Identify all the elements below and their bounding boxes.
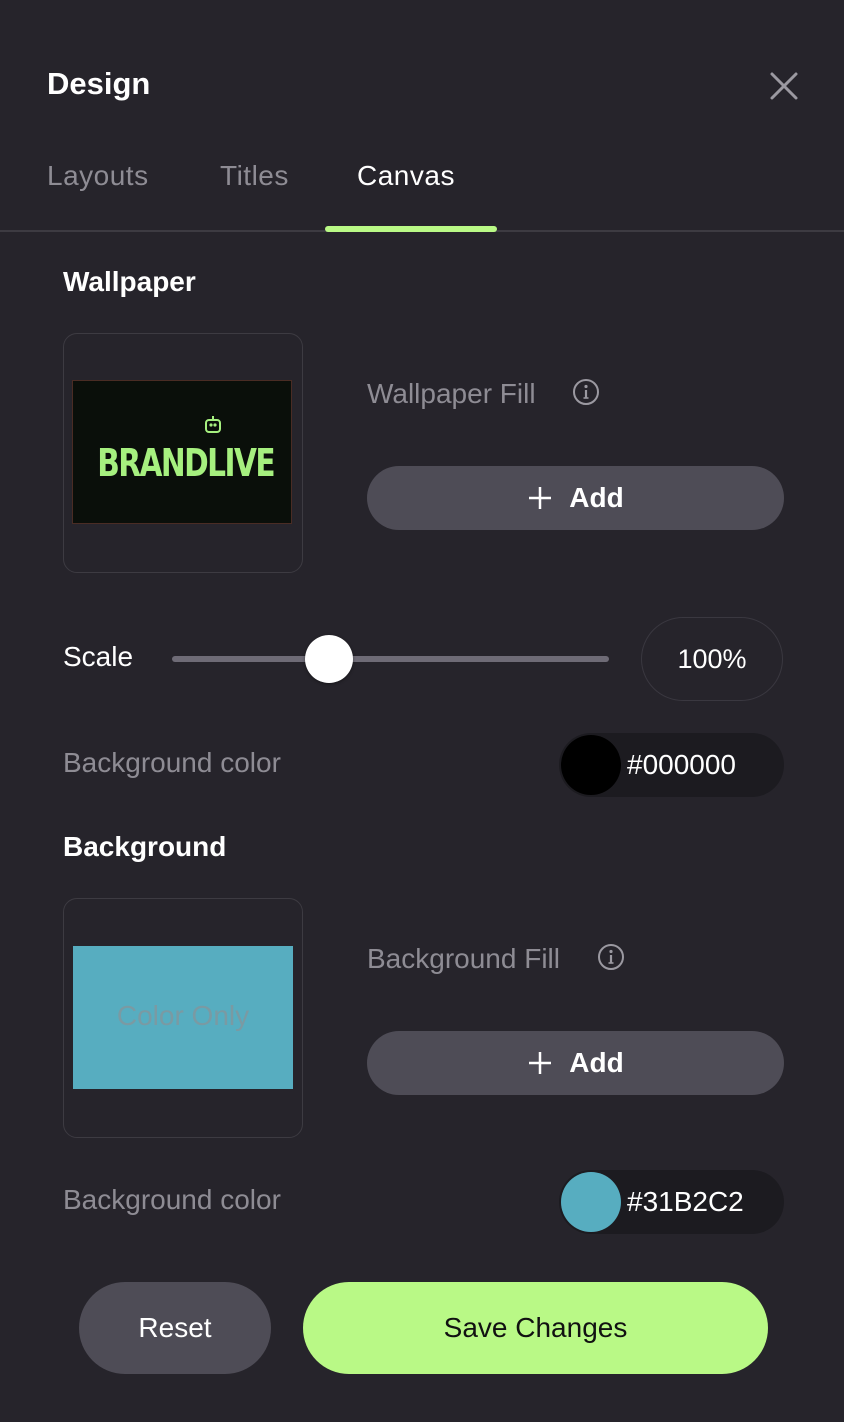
- tab-bar: Layouts Titles Canvas: [0, 140, 844, 232]
- scale-slider-track[interactable]: [172, 656, 609, 662]
- active-tab-indicator: [325, 226, 497, 232]
- background-thumbnail[interactable]: Color Only: [63, 898, 303, 1138]
- mascot-icon: [205, 416, 221, 433]
- info-icon[interactable]: [572, 378, 600, 406]
- color-hex-value[interactable]: #31B2C2: [627, 1170, 744, 1234]
- tab-canvas[interactable]: Canvas: [357, 160, 455, 192]
- background-preview: Color Only: [73, 946, 293, 1089]
- color-swatch[interactable]: [561, 735, 621, 795]
- background-bg-color-label: Background color: [63, 1184, 281, 1215]
- wallpaper-section-title: Wallpaper: [63, 266, 196, 297]
- color-hex-value[interactable]: #000000: [627, 733, 736, 797]
- tab-titles[interactable]: Titles: [220, 160, 289, 192]
- background-section-title: Background: [63, 831, 227, 862]
- color-only-label: Color Only: [116, 1000, 250, 1031]
- save-changes-button[interactable]: Save Changes: [303, 1282, 768, 1374]
- wallpaper-bg-color-picker[interactable]: #000000: [559, 733, 784, 797]
- add-wallpaper-button[interactable]: Add: [367, 466, 784, 530]
- plus-icon: [529, 1052, 552, 1074]
- wallpaper-image: BRANDLIVE: [72, 380, 292, 524]
- reset-button[interactable]: Reset: [79, 1282, 271, 1374]
- add-background-button[interactable]: Add: [367, 1031, 784, 1095]
- scale-label: Scale: [63, 641, 134, 672]
- design-panel: Design Layouts Titles Canvas Wallpaper B…: [0, 0, 844, 1422]
- panel-title: Design: [47, 66, 151, 101]
- plus-icon: [529, 487, 552, 509]
- brand-logo-text: BRANDLIVE: [97, 441, 275, 485]
- info-icon[interactable]: [597, 943, 625, 971]
- add-label: Add: [569, 1047, 624, 1078]
- wallpaper-bg-color-label: Background color: [63, 747, 281, 778]
- background-bg-color-picker[interactable]: #31B2C2: [559, 1170, 784, 1234]
- close-icon: [770, 72, 798, 100]
- wallpaper-fill-label: Wallpaper Fill: [367, 378, 536, 409]
- tab-layouts[interactable]: Layouts: [47, 160, 149, 192]
- scale-value-input[interactable]: 100%: [641, 617, 783, 701]
- scale-slider-thumb[interactable]: [305, 635, 354, 683]
- add-label: Add: [569, 482, 624, 513]
- background-fill-label: Background Fill: [367, 943, 560, 974]
- close-button[interactable]: [762, 64, 806, 108]
- wallpaper-thumbnail[interactable]: BRANDLIVE: [63, 333, 303, 573]
- color-swatch[interactable]: [561, 1172, 621, 1232]
